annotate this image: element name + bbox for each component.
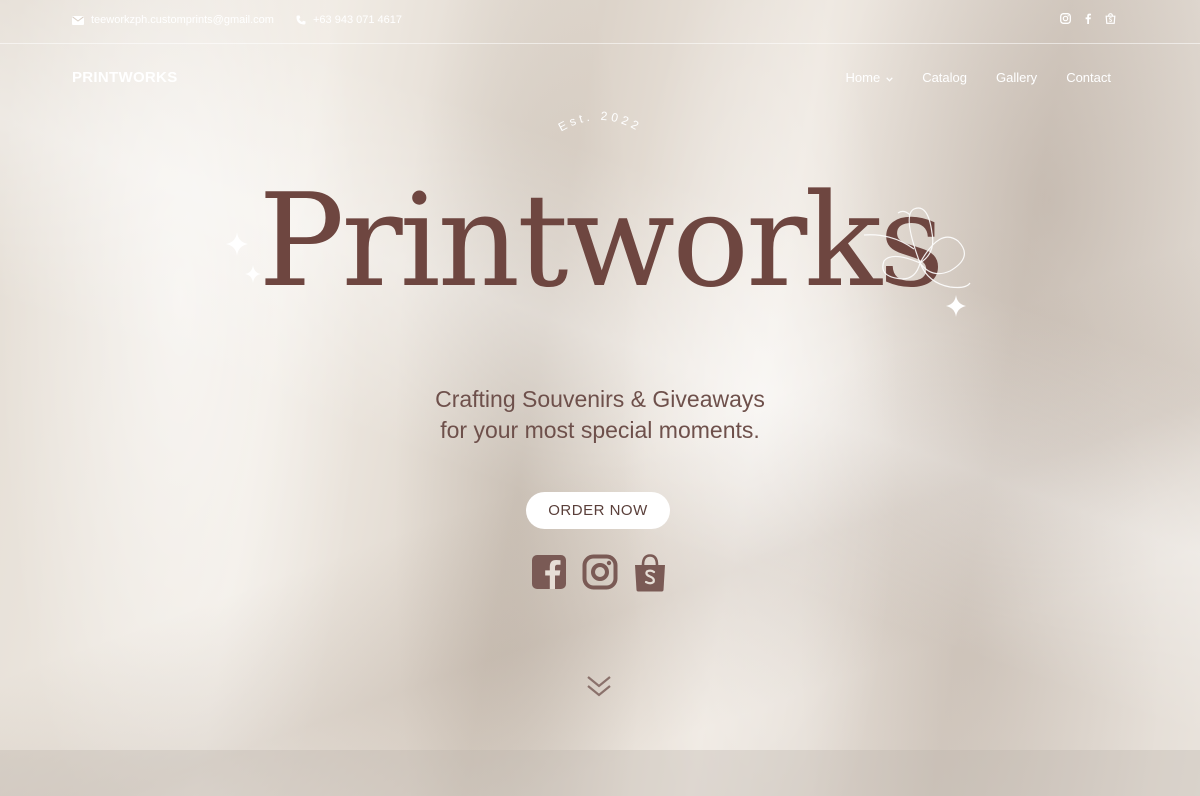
tagline-line-2: for your most special moments.: [440, 417, 760, 443]
chevron-double-down-icon[interactable]: [586, 675, 612, 699]
hero-tagline: Crafting Souvenirs & Giveaways for your …: [0, 384, 1200, 446]
nav-home-label: Home: [845, 70, 881, 85]
chevron-down-icon: [886, 70, 893, 85]
main-nav: Home Catalog Gallery Contact: [846, 70, 1112, 85]
established-text: Est. 2022: [556, 109, 641, 134]
nav-contact-link[interactable]: Contact: [1066, 70, 1111, 85]
tagline-line-1: Crafting Souvenirs & Giveaways: [435, 386, 765, 412]
nav-brand-logo[interactable]: PRINTWORKS: [72, 69, 178, 86]
next-section-strip: [0, 750, 1200, 796]
top-bar: teeworkzph.customprints@gmail.com +63 94…: [0, 0, 1200, 44]
svg-text:Est. 2022: Est. 2022: [556, 109, 644, 134]
instagram-icon[interactable]: [1060, 13, 1071, 24]
email-contact[interactable]: teeworkzph.customprints@gmail.com: [72, 14, 274, 26]
hero-title: Printworks: [258, 167, 944, 316]
phone-contact[interactable]: +63 943 071 4617: [296, 14, 402, 26]
instagram-icon[interactable]: [582, 554, 618, 597]
shop-icon[interactable]: [1105, 13, 1116, 24]
nav-gallery-link[interactable]: Gallery: [996, 70, 1037, 85]
facebook-icon[interactable]: [1084, 13, 1092, 24]
email-text: teeworkzph.customprints@gmail.com: [91, 14, 274, 26]
order-now-button[interactable]: ORDER NOW: [526, 492, 670, 529]
shopee-icon[interactable]: [633, 554, 667, 597]
phone-icon: [296, 15, 306, 25]
phone-text: +63 943 071 4617: [313, 14, 403, 26]
top-social-links: [1060, 13, 1116, 24]
facebook-icon[interactable]: [531, 554, 567, 597]
nav-home-link[interactable]: Home: [846, 70, 894, 85]
established-badge: Est. 2022: [556, 109, 644, 134]
nav-catalog-link[interactable]: Catalog: [922, 70, 967, 85]
butterfly-icon: [863, 207, 971, 289]
hero-social-links: [531, 554, 667, 597]
envelope-icon: [72, 15, 84, 25]
